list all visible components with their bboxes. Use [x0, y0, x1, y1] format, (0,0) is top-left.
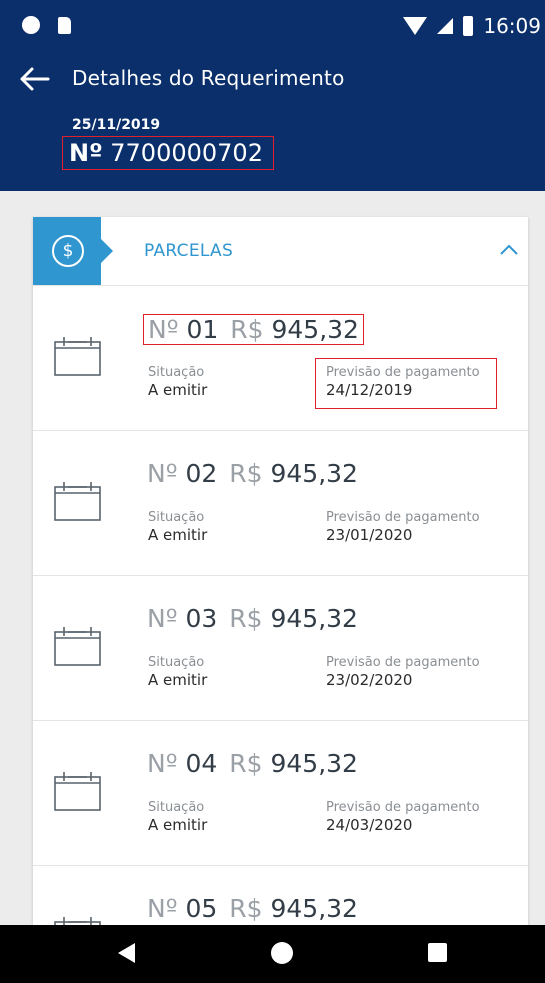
dollar-circle-icon: $	[52, 235, 84, 267]
request-number-value: 7700000702	[110, 139, 263, 167]
request-number: Nº 7700000702	[62, 136, 274, 170]
request-date: 25/11/2019	[72, 117, 161, 133]
nav-recents-icon[interactable]	[428, 943, 447, 962]
signal-icon	[437, 18, 454, 34]
section-title: PARCELAS	[144, 241, 234, 261]
parcela-title: Nº 04 R$ 945,32	[147, 749, 358, 778]
parcela-item[interactable]: Nº 01 R$ 945,32 Situação A emitir Previsã…	[33, 286, 528, 431]
previsao-value: 23/02/2020	[326, 671, 413, 689]
calendar-icon	[54, 772, 101, 811]
situacao-value: A emitir	[148, 526, 208, 544]
previsao-value: 23/01/2020	[326, 526, 413, 544]
wifi-icon	[403, 17, 428, 35]
status-bar: 16:09	[0, 0, 545, 54]
previsao-label: Previsão de pagamento	[326, 510, 480, 525]
parcela-item[interactable]: Nº 03 R$ 945,32 Situação A emitir Previsã…	[33, 576, 528, 721]
situacao-label: Situação	[148, 365, 205, 380]
app-header: Detalhes do Requerimento 25/11/2019 Nº 7…	[0, 54, 545, 191]
page-title: Detalhes do Requerimento	[72, 66, 345, 90]
previsao-value: 24/03/2020	[326, 816, 413, 834]
parcela-item[interactable]: Nº 04 R$ 945,32 Situação A emitir Previsã…	[33, 721, 528, 866]
situacao-value: A emitir	[148, 671, 208, 689]
clock: 16:09	[483, 14, 541, 38]
previsao-label: Previsão de pagamento	[326, 655, 480, 670]
situacao-label: Situação	[148, 655, 205, 670]
previsao-label: Previsão de pagamento	[326, 365, 480, 380]
situacao-value: A emitir	[148, 381, 208, 399]
section-badge: $	[33, 217, 113, 285]
request-number-prefix: Nº	[69, 139, 103, 167]
parcela-title: Nº 01 R$ 945,32	[143, 314, 364, 345]
parcelas-card-header[interactable]: $ PARCELAS	[33, 217, 528, 286]
nav-back-icon[interactable]	[118, 943, 135, 963]
arrow-left-icon[interactable]	[18, 64, 52, 94]
situacao-value: A emitir	[148, 816, 208, 834]
chevron-up-icon[interactable]	[498, 239, 520, 261]
sd-card-icon	[58, 16, 71, 34]
situacao-label: Situação	[148, 800, 205, 815]
parcela-title: Nº 05 R$ 945,32	[147, 894, 358, 923]
parcelas-card: $ PARCELAS Nº 01 R$ 945,32 Situação A emi…	[33, 217, 528, 957]
system-nav-bar	[0, 925, 545, 983]
parcela-title: Nº 02 R$ 945,32	[147, 459, 358, 488]
notification-dot-icon	[22, 16, 40, 34]
nav-home-icon[interactable]	[271, 942, 293, 964]
previsao-value: 24/12/2019	[326, 381, 413, 399]
parcela-title: Nº 03 R$ 945,32	[147, 604, 358, 633]
parcela-item[interactable]: Nº 02 R$ 945,32 Situação A emitir Previsã…	[33, 431, 528, 576]
battery-icon	[463, 16, 474, 36]
previsao-label: Previsão de pagamento	[326, 800, 480, 815]
calendar-icon	[54, 337, 101, 376]
calendar-icon	[54, 482, 101, 521]
calendar-icon	[54, 627, 101, 666]
situacao-label: Situação	[148, 510, 205, 525]
